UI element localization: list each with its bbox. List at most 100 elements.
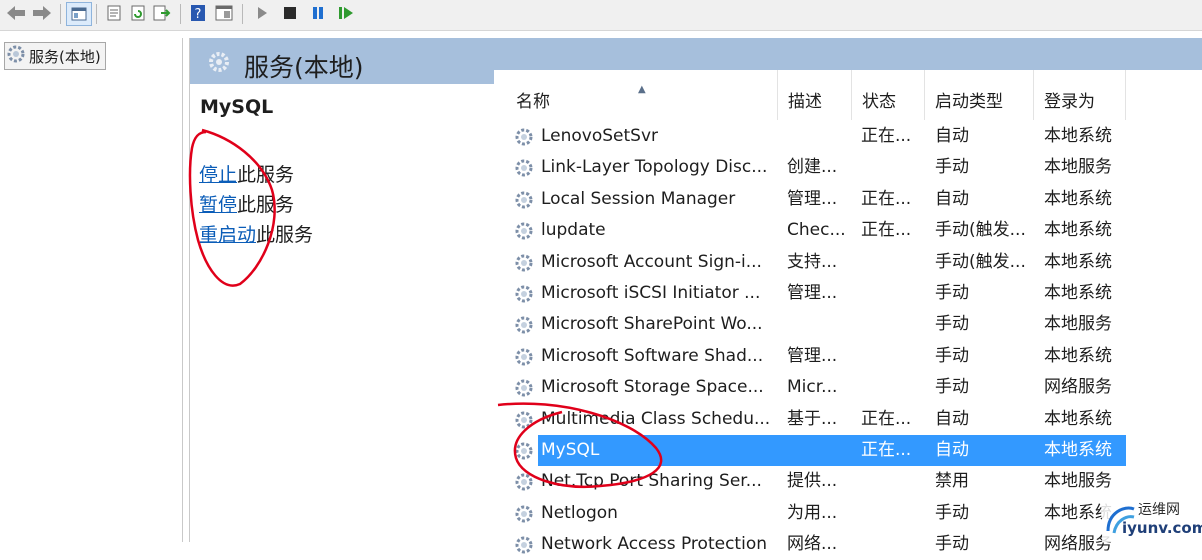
cell-desc: Micr... <box>787 377 838 398</box>
table-row-selected[interactable]: MySQL 正在... 自动 本地系统 <box>515 435 1126 466</box>
cell-desc: 管理... <box>787 345 838 366</box>
tree-item-services-local[interactable]: 服务(本地) <box>4 42 106 70</box>
view-icon[interactable] <box>212 2 236 24</box>
forward-icon[interactable] <box>30 2 54 24</box>
cell-startup: 手动 <box>935 283 969 303</box>
table-row[interactable]: Local Session Manager 管理... 正在... 自动 本地系统 <box>494 184 1202 215</box>
cell-logon: 本地服务 <box>1044 314 1112 335</box>
cell-startup: 手动 <box>935 377 969 398</box>
show-hide-tree-icon[interactable] <box>66 2 92 26</box>
service-gear-icon <box>515 128 533 146</box>
table-row[interactable]: Network Access Protection 网络... 手动 网络服务 <box>494 529 1202 560</box>
table-row[interactable]: Microsoft Storage Space... Micr... 手动 网络服务 <box>494 372 1202 403</box>
start-icon[interactable] <box>250 2 274 24</box>
cell-name: Multimedia Class Schedu... <box>541 408 771 429</box>
cell-logon: 本地系统 <box>1044 345 1112 366</box>
cell-startup: 自动 <box>935 126 969 146</box>
help-icon[interactable]: ? <box>186 2 210 24</box>
service-gear-icon <box>515 505 533 523</box>
cell-logon: 本地系统 <box>1044 220 1112 241</box>
resume-icon[interactable] <box>334 2 358 24</box>
table-row[interactable]: Microsoft Account Sign-i... 支持... 手动(触发...… <box>494 247 1202 278</box>
column-header-name[interactable]: 名称 <box>506 70 778 120</box>
table-row[interactable]: LenovoSetSvr 正在... 自动 本地系统 <box>494 121 1202 152</box>
gear-icon <box>7 45 25 67</box>
service-gear-icon <box>515 411 533 429</box>
cell-status: 正在... <box>861 188 912 209</box>
cell-status <box>861 309 921 340</box>
cell-status: 正在... <box>861 220 912 241</box>
cell-desc: 为用... <box>787 502 838 523</box>
table-row[interactable]: Microsoft iSCSI Initiator ... 管理... 手动 本地系统 <box>494 278 1202 309</box>
cell-status <box>861 278 921 309</box>
cell-logon: 本地系统 <box>1044 283 1112 303</box>
cell-logon: 本地服务 <box>1044 157 1112 178</box>
column-header-status[interactable]: 状态 <box>852 70 925 120</box>
table-row[interactable]: Netlogon 为用... 手动 本地系统 <box>494 498 1202 529</box>
pause-icon[interactable] <box>306 2 330 24</box>
cell-startup: 手动 <box>935 534 969 555</box>
cell-desc: 管理... <box>787 283 838 303</box>
cell-logon: 本地服务 <box>1044 471 1112 492</box>
cell-startup: 手动 <box>935 345 969 366</box>
cell-startup: 手动 <box>935 502 969 523</box>
cell-desc <box>787 121 847 152</box>
panel-title: 服务(本地) <box>244 53 364 82</box>
cell-name: Link-Layer Topology Disc... <box>541 157 768 178</box>
cell-name: Netlogon <box>541 502 618 523</box>
cell-name: Network Access Protection <box>541 534 767 555</box>
restart-service-link[interactable]: 重启动 <box>199 224 256 246</box>
cell-name: Microsoft Software Shad... <box>541 345 764 366</box>
cell-logon: 本地系统 <box>1044 188 1112 209</box>
cell-startup: 禁用 <box>935 471 969 492</box>
cell-desc <box>787 435 847 466</box>
cell-desc: Chec... <box>787 220 846 241</box>
service-gear-icon <box>515 159 533 177</box>
export-list-icon[interactable] <box>150 2 174 24</box>
cell-desc: 提供... <box>787 471 838 492</box>
svg-text:?: ? <box>195 7 202 22</box>
table-row[interactable]: Link-Layer Topology Disc... 创建... 手动 本地服务 <box>494 152 1202 183</box>
service-gear-icon <box>515 254 533 272</box>
service-gear-icon <box>515 191 533 209</box>
cell-logon: 本地系统 <box>1044 126 1112 146</box>
refresh-icon[interactable] <box>126 2 150 24</box>
cell-status: 正在... <box>861 126 912 146</box>
table-row[interactable]: lupdate Chec... 正在... 手动(触发... 本地系统 <box>494 215 1202 246</box>
cell-name: MySQL <box>541 440 600 460</box>
table-row[interactable]: Microsoft Software Shad... 管理... 手动 本地系统 <box>494 341 1202 372</box>
cell-logon: 网络服务 <box>1044 377 1112 398</box>
service-gear-icon <box>515 348 533 366</box>
table-row[interactable]: Multimedia Class Schedu... 基于... 正在... 自动 本地… <box>494 404 1202 435</box>
service-gear-icon <box>515 442 533 460</box>
back-icon[interactable] <box>4 2 28 24</box>
stop-service-link[interactable]: 停止 <box>199 164 237 186</box>
stop-icon[interactable] <box>278 2 302 24</box>
cell-logon: 本地系统 <box>1044 251 1112 272</box>
cell-startup: 自动 <box>935 408 969 429</box>
properties-icon[interactable] <box>102 2 126 24</box>
cell-status <box>861 529 921 560</box>
list-header: 名称 ▲ 描述 状态 启动类型 登录为 <box>494 70 1202 120</box>
cell-status: 正在... <box>861 408 912 429</box>
console-tree: 服务(本地) <box>0 38 183 542</box>
service-actions: 停止此服务 暂停此服务 重启动此服务 <box>199 160 313 250</box>
cell-status: 正在... <box>861 440 912 460</box>
pause-service-link[interactable]: 暂停 <box>199 194 237 216</box>
gear-icon <box>208 51 230 78</box>
cell-status <box>861 247 921 278</box>
column-header-logon-as[interactable]: 登录为 <box>1034 70 1126 120</box>
watermark-text-domain: iyunv.com <box>1122 519 1202 537</box>
cell-desc: 管理... <box>787 188 838 209</box>
cell-startup: 手动(触发... <box>935 251 1026 272</box>
action-restart: 重启动此服务 <box>199 224 314 246</box>
cell-status <box>861 466 921 497</box>
cell-startup: 手动 <box>935 157 969 178</box>
column-header-startup-type[interactable]: 启动类型 <box>925 70 1034 120</box>
table-row[interactable]: Net.Tcp Port Sharing Ser... 提供... 禁用 本地服务 <box>494 466 1202 497</box>
cell-startup: 手动(触发... <box>935 220 1026 241</box>
column-header-description[interactable]: 描述 <box>778 70 852 120</box>
toolbar: ? <box>0 0 1202 31</box>
cell-name: Microsoft SharePoint Wo... <box>541 314 763 335</box>
table-row[interactable]: Microsoft SharePoint Wo... 手动 本地服务 <box>494 309 1202 340</box>
